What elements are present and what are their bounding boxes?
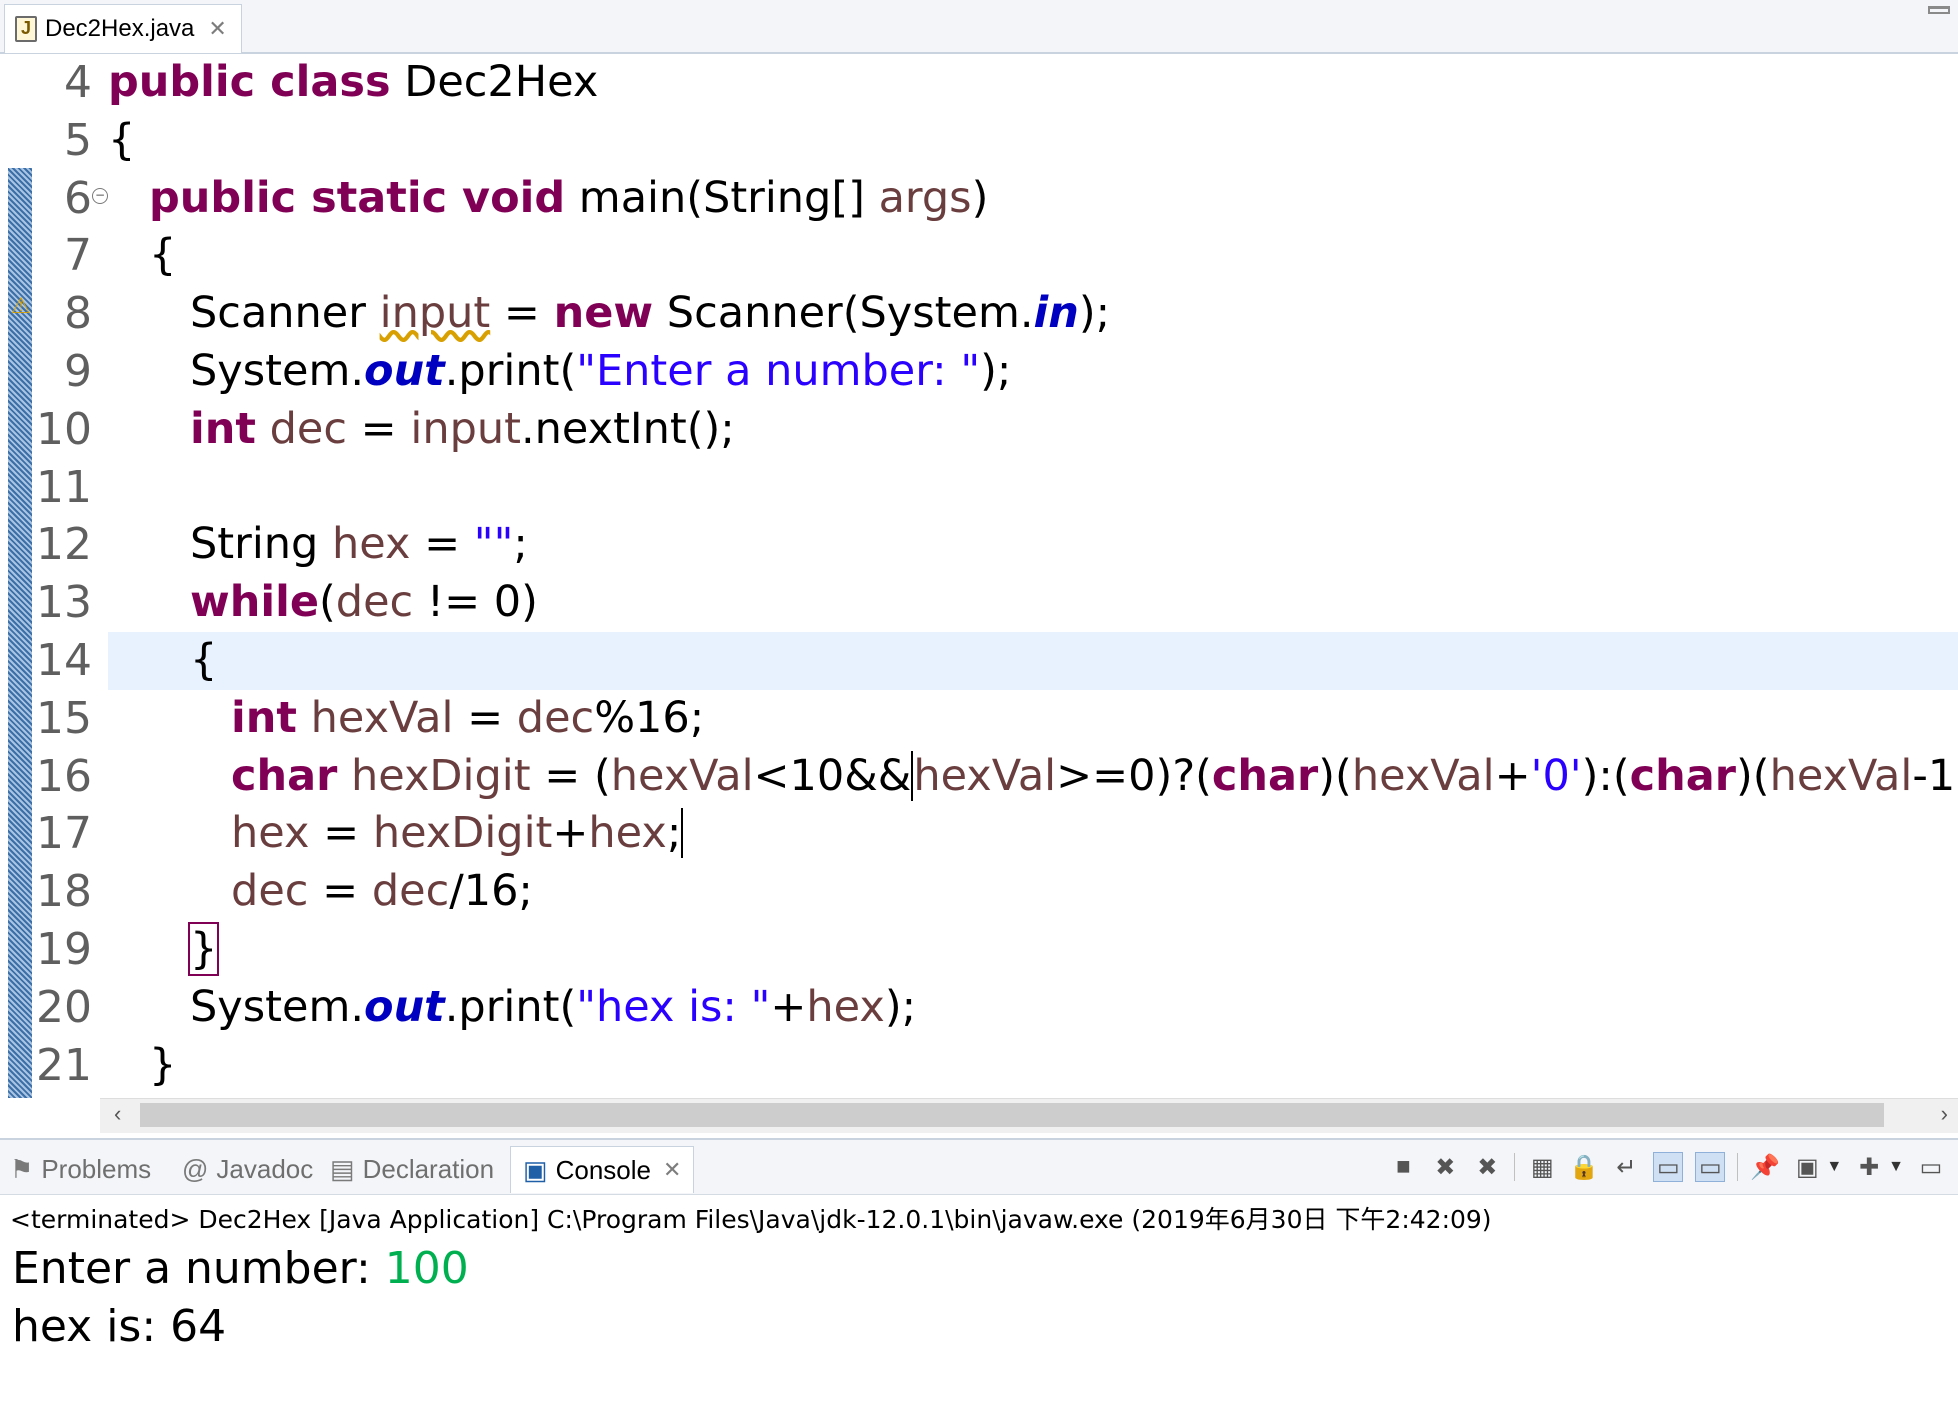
line-number: 12 (36, 519, 92, 571)
panel-tab-bar: ⚑ Problems @ Javadoc ▤ Declaration ▣ Con… (0, 1140, 1958, 1195)
tab-label: Javadoc (216, 1153, 314, 1184)
problems-icon: ⚑ (10, 1153, 34, 1184)
matching-bracket: } (187, 921, 220, 976)
show-on-stderr-icon[interactable]: ▭ (1695, 1152, 1726, 1182)
code-line: public class Dec2Hex (108, 57, 599, 107)
scroll-left-icon[interactable]: ‹ (114, 1101, 121, 1127)
line-number: 15 (36, 692, 92, 744)
bottom-panel: ⚑ Problems @ Javadoc ▤ Declaration ▣ Con… (0, 1138, 1958, 1408)
warning-underline: input (379, 288, 491, 339)
line-number: 16 (36, 750, 92, 802)
console-toolbar: ■ ✖ ✖ ▦ 🔒 ↵ ▭ ▭ 📌 ▣ ▼ ✚ ▼ ▭ (1388, 1150, 1946, 1184)
code-line: } (108, 1039, 177, 1090)
line-number: 6− (32, 170, 110, 228)
code-line: public static void main(String[] args) (149, 172, 989, 223)
console-icon: ▣ (523, 1154, 548, 1185)
code-line: while(dec != 0) (190, 577, 538, 628)
code-line: String hex = ""; (190, 519, 528, 570)
code-line: { (108, 230, 177, 281)
code-line: int hexVal = dec%16; (231, 692, 705, 743)
minimize-button[interactable] (1928, 6, 1950, 14)
chevron-down-icon[interactable]: ▼ (1888, 1158, 1904, 1176)
line-number: 9 (64, 345, 92, 397)
horizontal-scrollbar[interactable]: ‹ › (100, 1098, 1958, 1133)
console-status-header: <terminated> Dec2Hex [Java Application] … (10, 1205, 1492, 1234)
word-wrap-icon[interactable]: ↵ (1611, 1152, 1641, 1182)
javadoc-icon: @ (182, 1153, 209, 1184)
code-line: } (108, 921, 1958, 979)
remove-all-launches-icon[interactable]: ✖ (1472, 1152, 1502, 1182)
display-console-icon[interactable]: ▣ (1792, 1152, 1822, 1182)
java-file-icon: J (15, 16, 37, 42)
code-editor[interactable]: ⚠ 4 5 6− 7 8 9 10 11 12 13 14 15 16 17 1… (8, 54, 1958, 1098)
toolbar-separator (1514, 1153, 1516, 1181)
console-line: hex is: 64 (12, 1301, 227, 1352)
open-console-icon[interactable]: ✚ (1854, 1152, 1884, 1182)
terminate-icon[interactable]: ■ (1388, 1152, 1418, 1182)
line-number-gutter: 4 5 6− 7 8 9 10 11 12 13 14 15 16 17 18 … (32, 54, 110, 1094)
line-number: 18 (36, 866, 92, 918)
code-line: hex = hexDigit+hex; (231, 808, 684, 859)
line-number: 8 (64, 288, 92, 340)
line-number: 7 (64, 230, 92, 282)
code-line: char hexDigit = (hexVal<10&&hexVal>=0)?(… (231, 750, 1958, 801)
current-code-line: { (108, 631, 1958, 690)
tab-problems[interactable]: ⚑ Problems (10, 1146, 151, 1192)
editor-tab-dec2hex[interactable]: J Dec2Hex.java ✕ (4, 4, 242, 53)
line-number: 4 (64, 57, 92, 108)
line-number: 21 (36, 1039, 92, 1091)
line-number: 5 (64, 114, 92, 166)
code-line: { (108, 114, 136, 165)
code-text-area[interactable]: public class Dec2Hex { public static voi… (108, 54, 1958, 1094)
line-number: 20 (36, 981, 92, 1033)
console-line: Enter a number: 100 (12, 1243, 469, 1294)
console-user-input: 100 (384, 1243, 469, 1294)
tab-label: Problems (41, 1153, 152, 1184)
minimize-icon[interactable]: ▭ (1916, 1152, 1946, 1182)
code-line: Scanner input = new Scanner(System.in); (190, 288, 1111, 339)
clear-console-icon[interactable]: ▦ (1527, 1152, 1557, 1182)
code-line: System.out.print("Enter a number: "); (190, 345, 1012, 396)
line-number: 14 (36, 634, 92, 686)
console-output[interactable]: Enter a number: 100 hex is: 64 (12, 1240, 469, 1356)
scrollbar-thumb[interactable] (140, 1103, 1884, 1127)
line-number: 10 (36, 403, 92, 455)
tab-console[interactable]: ▣ Console ✕ (510, 1146, 695, 1193)
scroll-lock-icon[interactable]: 🔒 (1569, 1152, 1599, 1182)
tab-javadoc[interactable]: @ Javadoc (182, 1146, 313, 1192)
scroll-right-icon[interactable]: › (1941, 1101, 1948, 1127)
line-number: 13 (36, 577, 92, 629)
pin-console-icon[interactable]: 📌 (1750, 1152, 1780, 1182)
line-number: 11 (36, 461, 92, 513)
editor-tab-label: Dec2Hex.java (45, 15, 195, 42)
remove-launch-icon[interactable]: ✖ (1430, 1152, 1460, 1182)
line-number: 17 (36, 808, 92, 860)
collapse-icon[interactable]: − (92, 187, 108, 204)
code-line: int dec = input.nextInt(); (190, 403, 735, 454)
code-line: dec = dec/16; (231, 866, 533, 917)
toolbar-separator (1737, 1153, 1739, 1181)
show-on-stdout-icon[interactable]: ▭ (1653, 1152, 1684, 1182)
close-icon[interactable]: ✕ (663, 1157, 681, 1183)
editor-tab-bar: J Dec2Hex.java ✕ (0, 0, 1958, 54)
code-line: System.out.print("hex is: "+hex); (190, 981, 917, 1032)
tab-label: Console (555, 1154, 651, 1185)
chevron-down-icon[interactable]: ▼ (1826, 1158, 1842, 1176)
tab-declaration[interactable]: ▤ Declaration (330, 1146, 494, 1192)
warning-icon[interactable]: ⚠ (11, 295, 31, 317)
text-cursor: hexVal (911, 750, 1057, 801)
tab-label: Declaration (362, 1153, 495, 1184)
declaration-icon: ▤ (330, 1153, 355, 1184)
close-icon[interactable]: ✕ (208, 16, 226, 42)
line-number: 19 (36, 923, 92, 975)
